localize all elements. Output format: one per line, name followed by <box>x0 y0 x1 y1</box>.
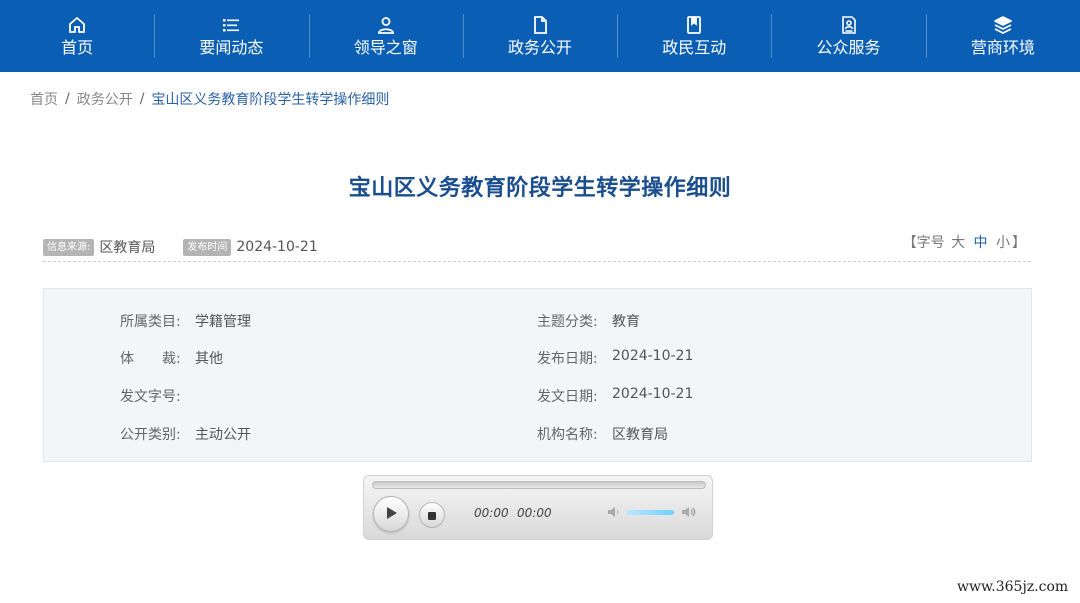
info-issue-date: 发文日期: 2024-10-21 <box>537 386 693 406</box>
current-time: 00:00 <box>474 506 509 520</box>
info-topic: 主题分类: 教育 <box>537 311 640 331</box>
service-icon <box>838 14 860 36</box>
nav-item-home[interactable]: 首页 <box>0 0 154 72</box>
info-publish-date: 发布日期: 2024-10-21 <box>537 348 693 368</box>
stop-icon <box>427 506 437 525</box>
date-tag: 发布时间 <box>183 238 232 256</box>
play-button[interactable] <box>373 496 409 532</box>
nav-item-business[interactable]: 营商环境 <box>925 0 1080 72</box>
user-icon <box>375 14 397 36</box>
info-label: 体 裁: <box>120 351 181 367</box>
info-value: 区教育局 <box>612 427 668 443</box>
stop-button[interactable] <box>419 502 445 528</box>
font-size-large-button[interactable]: 大 <box>951 235 965 251</box>
breadcrumb-home[interactable]: 首页 <box>30 89 58 109</box>
info-label: 发文字号: <box>120 389 181 405</box>
info-label: 发布日期: <box>537 351 598 367</box>
info-label: 主题分类: <box>537 314 598 330</box>
info-value: 其他 <box>195 351 223 367</box>
nav-item-gov-affairs[interactable]: 政务公开 <box>462 0 617 72</box>
info-value: 学籍管理 <box>195 314 251 330</box>
info-label: 发文日期: <box>537 389 598 405</box>
nav-label: 领导之窗 <box>353 38 418 57</box>
breadcrumb-separator: / <box>139 91 145 107</box>
home-icon <box>66 14 88 36</box>
font-size-medium-button[interactable]: 中 <box>974 235 988 251</box>
info-open-type: 公开类别: 主动公开 <box>120 424 251 444</box>
info-value: 主动公开 <box>195 427 251 443</box>
article-title: 宝山区义务教育阶段学生转学操作细则 <box>348 176 732 201</box>
audio-progress-bar[interactable] <box>372 481 706 489</box>
nav-label: 政务公开 <box>507 38 572 57</box>
info-category: 所属类目: 学籍管理 <box>120 311 251 331</box>
nav-item-public-service[interactable]: 公众服务 <box>771 0 925 72</box>
font-size-small-button[interactable]: 小 <box>996 235 1010 251</box>
font-size-control: 【字号 大 中 小】 <box>903 233 1026 253</box>
info-value: 2024-10-21 <box>612 348 694 364</box>
article-source: 区教育局 <box>99 240 156 256</box>
info-doc-number: 发文字号: <box>120 386 195 406</box>
nav-label: 公众服务 <box>816 38 881 57</box>
volume-max-icon[interactable] <box>680 504 696 520</box>
nav-label: 首页 <box>61 38 94 57</box>
document-info-panel: 所属类目: 学籍管理 主题分类: 教育 体 裁: 其他 发布日期: 2024-1… <box>43 288 1032 462</box>
font-size-open: 【字号 <box>902 235 945 251</box>
bookmark-icon <box>683 14 705 36</box>
mute-icon[interactable] <box>606 504 622 520</box>
font-size-close: 】 <box>1012 235 1026 251</box>
audio-player: 00:00 00:00 <box>363 475 713 540</box>
info-label: 公开类别: <box>120 427 181 443</box>
nav-label: 要闻动态 <box>199 38 264 57</box>
info-org: 机构名称: 区教育局 <box>537 424 668 444</box>
volume-slider[interactable] <box>626 510 674 515</box>
breadcrumb-gov-affairs[interactable]: 政务公开 <box>77 89 133 109</box>
duration-time: 00:00 <box>517 506 552 520</box>
main-nav: 首页 要闻动态 领导之窗 政务公开 政民互动 公众服务 营商环境 <box>0 0 1080 72</box>
nav-label: 政民互动 <box>662 38 727 57</box>
source-tag: 信息来源: <box>43 238 95 256</box>
article-date: 2024-10-21 <box>236 239 318 255</box>
nav-label: 营商环境 <box>970 38 1035 57</box>
info-label: 机构名称: <box>537 427 598 443</box>
watermark: www.365jz.com <box>957 579 1069 595</box>
info-genre: 体 裁: 其他 <box>120 348 223 368</box>
breadcrumb-current: 宝山区义务教育阶段学生转学操作细则 <box>151 92 390 108</box>
breadcrumb-separator: / <box>65 91 70 107</box>
nav-item-leaders[interactable]: 领导之窗 <box>308 0 463 72</box>
nav-item-interaction[interactable]: 政民互动 <box>617 0 771 72</box>
info-value: 教育 <box>612 314 640 330</box>
document-icon <box>529 14 551 36</box>
nav-item-news[interactable]: 要闻动态 <box>154 0 308 72</box>
layers-icon <box>992 14 1014 36</box>
list-icon <box>220 14 242 36</box>
play-icon <box>384 505 398 524</box>
breadcrumb: 首页 / 政务公开 / 宝山区义务教育阶段学生转学操作细则 <box>30 89 389 109</box>
article-meta: 信息来源: 区教育局 发布时间 2024-10-21 【字号 大 中 小】 <box>43 233 1031 262</box>
info-label: 所属类目: <box>120 314 181 330</box>
info-value: 2024-10-21 <box>612 386 694 402</box>
